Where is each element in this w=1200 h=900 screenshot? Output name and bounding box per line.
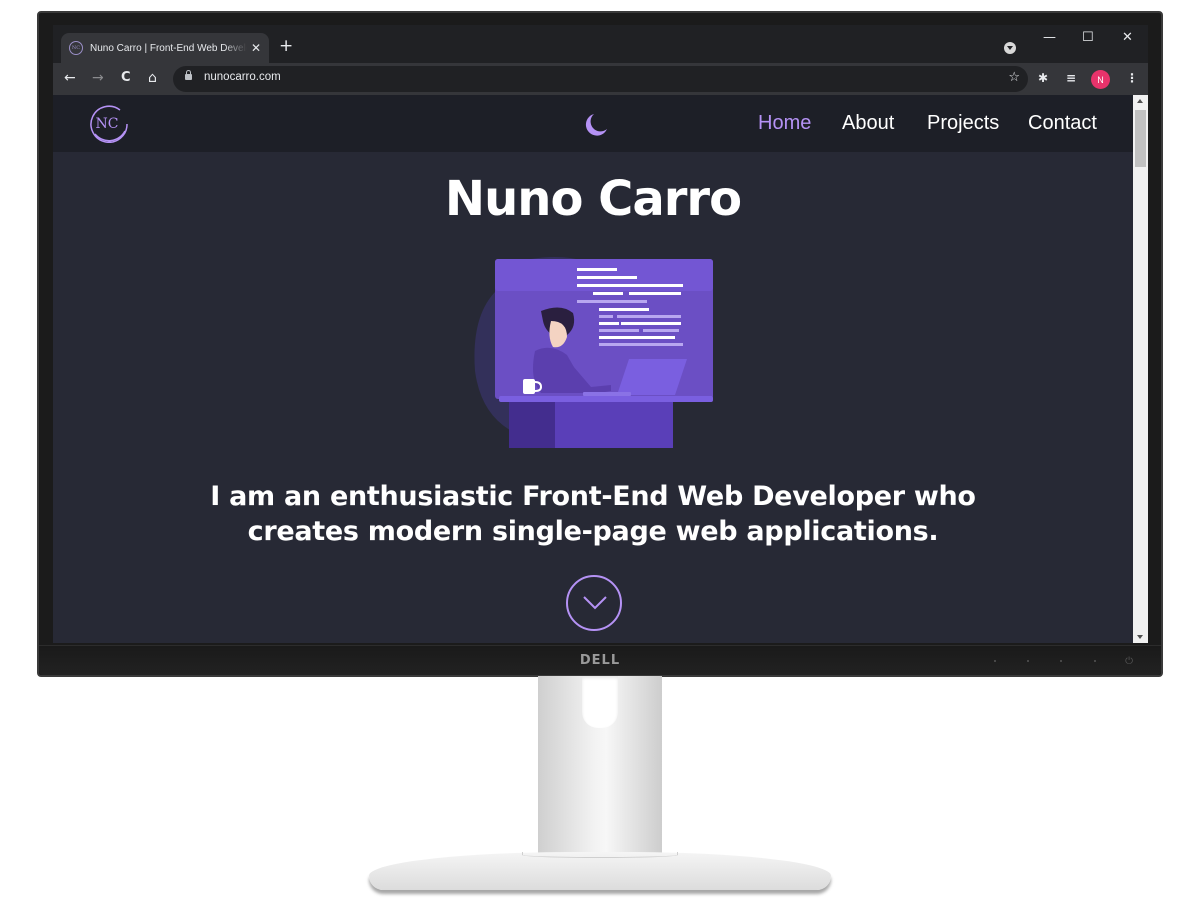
- minimize-button[interactable]: —: [1043, 30, 1056, 45]
- new-tab-button[interactable]: +: [279, 36, 293, 56]
- hero-tagline: I am an enthusiastic Front-End Web Devel…: [53, 479, 1133, 549]
- logo-text: NC: [96, 116, 119, 132]
- monitor-button: [994, 660, 996, 662]
- tagline-line-1: I am an enthusiastic Front-End Web Devel…: [210, 481, 976, 512]
- site-logo[interactable]: NC: [87, 103, 131, 143]
- scroll-down-arrow-icon[interactable]: [1137, 635, 1143, 639]
- tab-strip: NC Nuno Carro | Front-End Web Developer …: [53, 25, 1148, 63]
- chevron-down-icon: [583, 596, 607, 610]
- moon-icon[interactable]: [581, 111, 609, 139]
- hero-title: Nuno Carro: [444, 171, 742, 227]
- url-text[interactable]: nunocarro.com: [204, 71, 281, 83]
- scrollbar-thumb[interactable]: [1135, 110, 1146, 167]
- address-bar[interactable]: nunocarro.com ☆: [173, 66, 1028, 92]
- scroll-down-button[interactable]: [566, 575, 622, 631]
- nav-link-projects[interactable]: Projects: [927, 112, 999, 135]
- tab-search-icon[interactable]: [1004, 42, 1016, 54]
- stand-cable-hole: [582, 676, 618, 728]
- profile-avatar[interactable]: N: [1091, 70, 1110, 89]
- scroll-up-arrow-icon[interactable]: [1137, 99, 1143, 103]
- page-scrollbar[interactable]: [1133, 95, 1148, 643]
- close-tab-icon[interactable]: ✕: [251, 41, 261, 55]
- monitor-button: [1060, 660, 1062, 662]
- favicon-icon: NC: [69, 41, 83, 55]
- dell-logo: DELL: [579, 653, 621, 668]
- browser-tab[interactable]: NC Nuno Carro | Front-End Web Developer …: [61, 33, 269, 63]
- nav-link-home[interactable]: Home: [758, 112, 811, 135]
- bookmark-star-icon[interactable]: ☆: [1008, 70, 1020, 85]
- extensions-icon[interactable]: ✱: [1038, 71, 1048, 85]
- nav-link-contact[interactable]: Contact: [1028, 112, 1097, 135]
- stand-base-ring: [522, 852, 678, 858]
- page-viewport: NC Home About Projects Contact Nuno Carr…: [53, 95, 1148, 643]
- browser-window: NC Nuno Carro | Front-End Web Developer …: [53, 25, 1148, 643]
- close-window-button[interactable]: ✕: [1122, 30, 1133, 45]
- reload-button[interactable]: C: [121, 70, 131, 86]
- back-button[interactable]: ←: [64, 70, 76, 86]
- nav-link-about[interactable]: About: [842, 112, 894, 135]
- lock-icon[interactable]: [185, 70, 192, 80]
- tab-title: Nuno Carro | Front-End Web Developer: [90, 42, 247, 54]
- monitor-button: [1094, 660, 1096, 662]
- monitor-button: [1027, 660, 1029, 662]
- developer-illustration: [474, 257, 713, 448]
- maximize-button[interactable]: ☐: [1082, 30, 1094, 45]
- site-navbar: NC Home About Projects Contact: [53, 95, 1133, 152]
- browser-toolbar: ← → C ⌂ nunocarro.com ☆ ✱ ≡ N ⋮: [53, 63, 1148, 95]
- browser-menu-icon[interactable]: ⋮: [1126, 71, 1138, 85]
- media-control-icon[interactable]: ≡: [1066, 71, 1076, 85]
- tagline-line-2: creates modern single-page web applicati…: [247, 516, 939, 547]
- monitor-bezel: DELL ⏻: [39, 645, 1161, 675]
- forward-button[interactable]: →: [92, 70, 104, 86]
- home-button[interactable]: ⌂: [148, 70, 157, 86]
- power-icon: ⏻: [1125, 656, 1133, 667]
